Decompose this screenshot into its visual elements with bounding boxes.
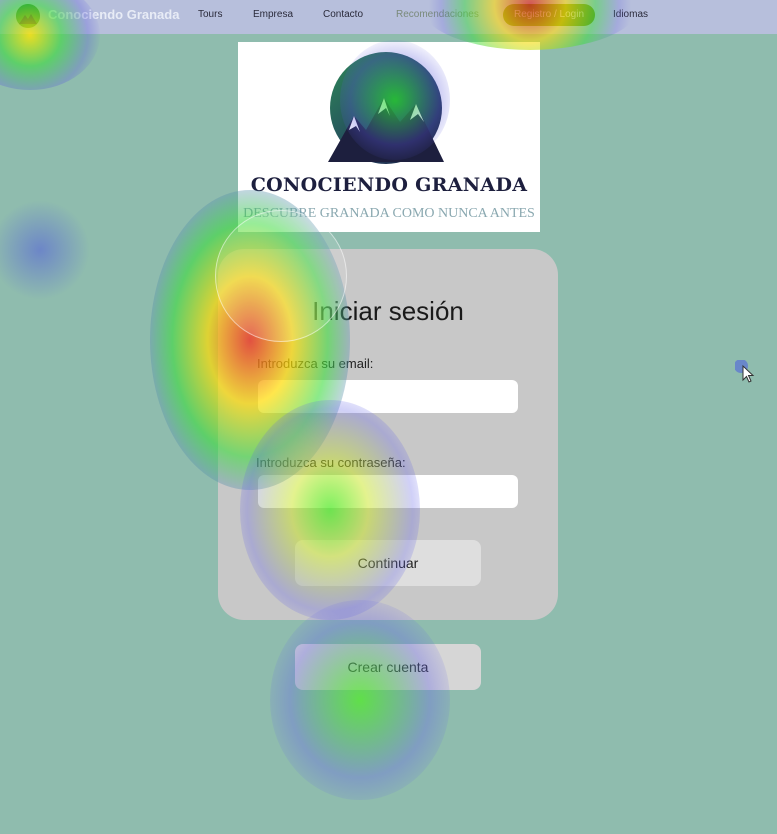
email-label: Introduzca su email: [257, 356, 374, 371]
mouse-pointer-icon [734, 359, 759, 388]
nav-link-recomendaciones[interactable]: Recomendaciones [396, 9, 479, 20]
brand-name[interactable]: Conociendo Granada [48, 7, 179, 22]
email-input[interactable] [258, 380, 518, 413]
continue-button[interactable]: Continuar [295, 540, 481, 586]
hero-title: CONOCIENDO GRANADA [250, 174, 528, 196]
nav-link-empresa[interactable]: Empresa [253, 9, 293, 20]
brand-logo-icon[interactable] [16, 4, 40, 28]
nav-link-idiomas[interactable]: Idiomas [613, 9, 648, 20]
hero-banner: CONOCIENDO GRANADA DESCUBRE GRANADA COMO… [238, 42, 540, 232]
password-label: Introduzca su contraseña: [256, 455, 406, 470]
login-register-button[interactable]: Registro / Login [503, 4, 595, 26]
create-account-button[interactable]: Crear cuenta [295, 644, 481, 690]
nav-link-tours[interactable]: Tours [198, 9, 222, 20]
password-input[interactable] [258, 475, 518, 508]
mountain-moon-logo-icon [328, 52, 444, 164]
login-heading: Iniciar sesión [312, 296, 464, 326]
hero-subtitle: DESCUBRE GRANADA COMO NUNCA ANTES [243, 206, 535, 221]
top-navbar: Conociendo Granada Tours Empresa Contact… [0, 0, 777, 34]
nav-link-contacto[interactable]: Contacto [323, 9, 363, 20]
